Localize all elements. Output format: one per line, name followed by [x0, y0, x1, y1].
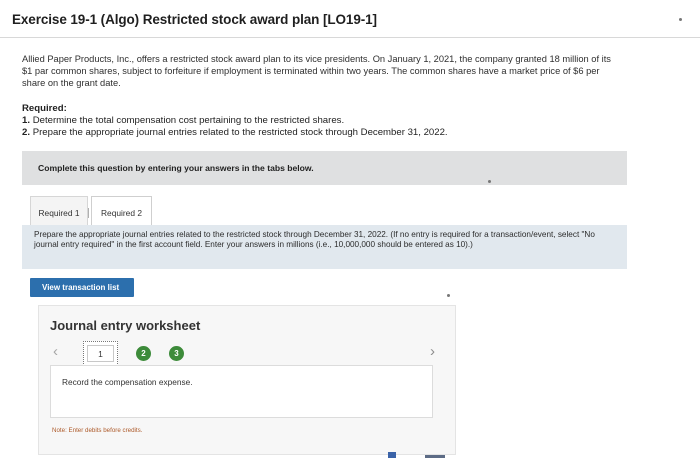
page-button-3[interactable]: 3 — [169, 346, 184, 361]
tab-required-2-label: Required 2 — [101, 208, 142, 218]
required-item-2-num: 2. — [22, 126, 31, 138]
dot-marker — [447, 294, 450, 297]
record-entry-box: Record the compensation expense. — [50, 365, 433, 418]
instructions-panel: Prepare the appropriate journal entries … — [22, 225, 627, 269]
tab-required-2[interactable]: Required 2 — [91, 196, 152, 226]
dot-marker — [679, 18, 682, 21]
complete-question-bar: Complete this question by entering your … — [22, 151, 627, 185]
required-item-1: 1. Determine the total compensation cost… — [22, 115, 448, 127]
page-button-1[interactable]: 1 — [83, 341, 118, 366]
required-item-2: 2. Prepare the appropriate journal entri… — [22, 127, 448, 139]
required-list: 1. Determine the total compensation cost… — [22, 115, 448, 138]
required-item-1-num: 1. — [22, 115, 31, 126]
required-heading: Required: — [22, 103, 67, 114]
required-item-1-text: Determine the total compensation cost pe… — [32, 115, 345, 126]
tab-separator — [88, 208, 89, 218]
dot-marker — [488, 180, 491, 183]
chevron-left-icon[interactable]: ‹ — [53, 343, 58, 360]
problem-intro: Allied Paper Products, Inc., offers a re… — [22, 54, 611, 88]
journal-worksheet-title: Journal entry worksheet — [50, 318, 201, 333]
view-transaction-list-button[interactable]: View transaction list — [30, 278, 134, 297]
chevron-right-icon[interactable]: › — [430, 343, 435, 360]
bottom-nav-mark — [425, 455, 445, 458]
tab-required-1-label: Required 1 — [38, 208, 80, 218]
page-button-1-frame — [87, 345, 114, 362]
required-item-2-text: Prepare the appropriate journal entries … — [32, 126, 448, 138]
page-button-2[interactable]: 2 — [136, 346, 151, 361]
tab-required-1[interactable]: Required 1 — [30, 196, 88, 226]
page-title: Exercise 19-1 (Algo) Restricted stock aw… — [12, 12, 377, 27]
bottom-nav-mark — [388, 452, 396, 458]
divider — [0, 37, 700, 38]
note-text: Note: Enter debits before credits. — [52, 427, 143, 434]
